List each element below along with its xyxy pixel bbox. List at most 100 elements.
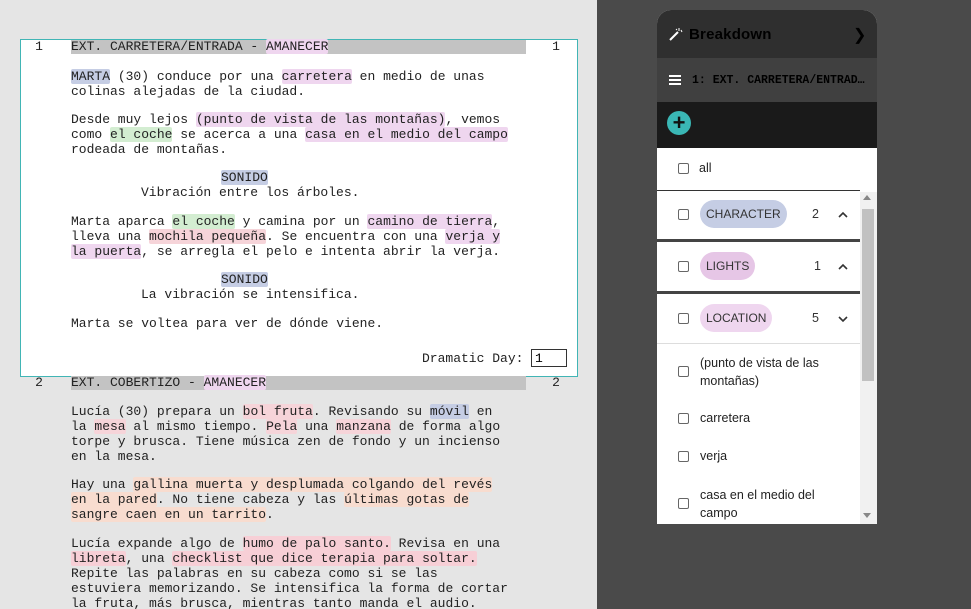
- text: al mismo tiempo.: [125, 419, 267, 434]
- chevron-right-icon[interactable]: ❯: [853, 25, 866, 45]
- text: una: [297, 419, 337, 434]
- text: . Se encuentra con una: [266, 229, 446, 244]
- hamburger-icon[interactable]: [669, 75, 681, 85]
- location-tag[interactable]: carretera: [281, 69, 352, 84]
- set-dressing-tag[interactable]: gallina muerta y desplumada colgando del…: [133, 477, 493, 492]
- scene-1-heading[interactable]: EXT. CARRETERA/ENTRADA - AMANECER: [71, 39, 526, 54]
- dramatic-day-label: Dramatic Day:: [422, 351, 524, 366]
- location-item-checkbox[interactable]: [678, 366, 689, 377]
- text: la: [71, 419, 95, 434]
- location-tag[interactable]: (punto de vista de las montañas): [195, 112, 446, 127]
- script-line: la mesa al mismo tiempo. Pela una manzan…: [71, 419, 500, 434]
- scene-2-heading[interactable]: EXT. COBERTIZO - AMANECER: [71, 375, 526, 390]
- text: (30) conduce por una: [110, 69, 282, 84]
- location-tag[interactable]: camino de tierra: [367, 214, 493, 229]
- location-item-checkbox[interactable]: [678, 451, 689, 462]
- script-line: Lucía (30) prepara un bol fruta. Revisan…: [71, 404, 492, 419]
- scene-selector-title[interactable]: 1: EXT. CARRETERA/ENTRADA...: [692, 74, 870, 87]
- script-line: MARTA (30) conduce por una carretera en …: [71, 69, 485, 84]
- vehicle-tag[interactable]: el coche: [110, 127, 173, 142]
- location-tag[interactable]: casa en el medio del campo: [305, 127, 508, 142]
- sound-tag[interactable]: SONIDO: [221, 170, 268, 185]
- location-tag[interactable]: verja y: [445, 229, 501, 244]
- text: , se arregla el pelo e intenta abrir la …: [141, 244, 501, 259]
- divider: [657, 291, 860, 294]
- location-item[interactable]: (punto de vista de las montañas): [700, 354, 819, 390]
- text: de forma algo: [390, 419, 501, 434]
- text: . No tiene cabeza y las: [156, 492, 345, 507]
- location-item[interactable]: casa en el medio del campo: [700, 486, 815, 522]
- panel-title: Breakdown: [689, 26, 772, 43]
- sound-cue: SONIDO: [221, 170, 268, 185]
- scene-1-number-right: 1: [552, 39, 560, 54]
- location-item-line: campo: [700, 506, 738, 520]
- prop-tag[interactable]: checklist que dice terapia para soltar.: [172, 551, 477, 566]
- prop-tag[interactable]: libreta: [71, 551, 126, 566]
- text: Lucía (30) prepara un: [71, 404, 243, 419]
- text: en: [468, 404, 493, 419]
- location-tag[interactable]: LOCATION: [700, 304, 773, 332]
- add-button[interactable]: +: [667, 111, 691, 135]
- prop-tag[interactable]: humo de palo santo.: [242, 536, 391, 551]
- character-tag[interactable]: CHARACTER: [700, 200, 787, 228]
- divider: [657, 343, 860, 344]
- dramatic-day-input[interactable]: [531, 349, 567, 367]
- sound-description: Vibración entre los árboles.: [141, 185, 360, 200]
- text: , vemos: [445, 112, 501, 127]
- all-checkbox[interactable]: [678, 163, 689, 174]
- text: , una: [125, 551, 173, 566]
- location-item[interactable]: verja: [700, 449, 727, 463]
- script-line: rodeada de montañas.: [71, 142, 228, 157]
- location-item-checkbox[interactable]: [678, 498, 689, 509]
- wand-icon: [669, 28, 683, 41]
- location-item-line: (punto de vista de las: [700, 356, 819, 370]
- scene-1-number-left: 1: [35, 39, 43, 54]
- vehicle-tag[interactable]: el coche: [172, 214, 235, 229]
- script-line: Desde muy lejos (punto de vista de las m…: [71, 112, 500, 127]
- character-tag[interactable]: MARTA: [71, 69, 111, 84]
- location-item-line: casa en el medio del: [700, 488, 815, 502]
- time-of-day-tag[interactable]: AMANECER: [266, 39, 329, 54]
- prop-tag[interactable]: móvil: [429, 404, 469, 419]
- chevron-down-icon[interactable]: [837, 313, 849, 325]
- chevron-up-icon[interactable]: [837, 209, 849, 221]
- script-line: sangre caen en un tarrito.: [71, 507, 274, 522]
- text: en medio de unas: [351, 69, 485, 84]
- set-dressing-tag[interactable]: últimas gotas de: [344, 492, 469, 507]
- prop-tag[interactable]: mesa: [94, 419, 126, 434]
- text: como: [71, 127, 111, 142]
- set-dressing-tag[interactable]: en la pared: [71, 492, 157, 507]
- scroll-down-icon[interactable]: [863, 513, 871, 518]
- time-of-day-tag[interactable]: AMANECER: [203, 375, 267, 390]
- chevron-up-icon[interactable]: [837, 261, 849, 273]
- sound-tag[interactable]: SONIDO: [221, 272, 268, 287]
- all-label: all: [699, 161, 712, 175]
- location-tag[interactable]: la puerta: [71, 244, 142, 259]
- prop-tag[interactable]: manzana: [336, 419, 391, 434]
- location-item[interactable]: carretera: [700, 411, 750, 425]
- text: y camina por un: [234, 214, 368, 229]
- script-editor[interactable]: 1 EXT. CARRETERA/ENTRADA - AMANECER 1 MA…: [0, 0, 597, 609]
- scroll-up-icon[interactable]: [863, 195, 871, 200]
- lights-checkbox[interactable]: [678, 261, 689, 272]
- lights-count: 1: [814, 259, 821, 273]
- script-line: en la mesa.: [71, 449, 157, 464]
- script-line: libreta, una checklist que dice terapia …: [71, 551, 477, 566]
- character-count: 2: [812, 207, 819, 221]
- script-line: estuviera memorizando. Se intensifica la…: [71, 581, 508, 596]
- script-line: lleva una mochila pequeña. Se encuentra …: [71, 229, 501, 244]
- character-checkbox[interactable]: [678, 209, 689, 220]
- prop-tag[interactable]: bol fruta: [242, 404, 313, 419]
- lights-tag[interactable]: LIGHTS: [700, 252, 756, 280]
- script-line: Lucía expande algo de humo de palo santo…: [71, 536, 500, 551]
- script-line: la puerta, se arregla el pelo e intenta …: [71, 244, 500, 259]
- text: Desde muy lejos: [71, 112, 196, 127]
- set-dressing-tag[interactable]: sangre caen en un tarrito: [71, 507, 267, 522]
- location-item-checkbox[interactable]: [678, 413, 689, 424]
- scrollbar-thumb[interactable]: [862, 209, 874, 381]
- action-tag[interactable]: Pela: [266, 419, 298, 434]
- location-checkbox[interactable]: [678, 313, 689, 324]
- prop-tag[interactable]: mochila pequeña: [149, 229, 267, 244]
- sound-description: La vibración se intensifica.: [141, 287, 360, 302]
- location-count: 5: [812, 311, 819, 325]
